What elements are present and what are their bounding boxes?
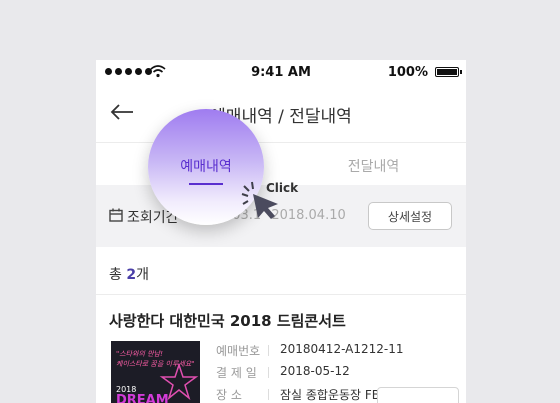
reservation-title[interactable]: 사랑한다 대한민국 2018 드림콘서트 <box>109 310 346 331</box>
info-label: 장 소 <box>216 388 242 402</box>
action-button[interactable] <box>377 387 459 403</box>
booking-number: 20180412-A1212-11 <box>280 342 404 356</box>
count-prefix: 총 <box>109 267 122 283</box>
battery-percent: 100% <box>387 65 428 80</box>
separator <box>268 345 269 356</box>
divider <box>96 294 466 295</box>
count-number: 2 <box>126 267 137 283</box>
separator <box>268 367 269 378</box>
poster-title: DREAM <box>116 393 169 403</box>
info-label: 예매번호 <box>216 344 261 358</box>
separator <box>268 389 269 400</box>
count-suffix: 개 <box>136 267 149 283</box>
tab-transfers[interactable]: 전달내역 <box>281 143 466 185</box>
phone-screen: 9:41 AM 100% 예매내역 / 전달내역 예매내역 전달내역 조회기간 … <box>96 60 466 403</box>
active-tab-underline <box>189 183 223 185</box>
page-title: 예매내역 / 전달내역 <box>210 107 352 127</box>
result-count: 총 2개 <box>109 264 149 284</box>
battery-icon <box>435 67 462 77</box>
status-bar: 9:41 AM 100% <box>96 60 466 86</box>
info-label: 결 제 일 <box>216 366 257 380</box>
payment-date: 2018-05-12 <box>280 364 350 378</box>
poster-text: "스타와의 만남! <box>116 350 163 358</box>
click-label: Click <box>266 181 299 195</box>
magnified-tab-label: 예매내역 <box>180 159 232 175</box>
event-poster[interactable]: "스타와의 만남! 케이스타로 꿈을 이루세요" 2018 DREAM <box>111 341 200 403</box>
detail-settings-button[interactable]: 상세설정 <box>368 202 452 230</box>
app-header: 예매내역 / 전달내역 <box>96 86 466 143</box>
calendar-icon <box>109 208 123 222</box>
